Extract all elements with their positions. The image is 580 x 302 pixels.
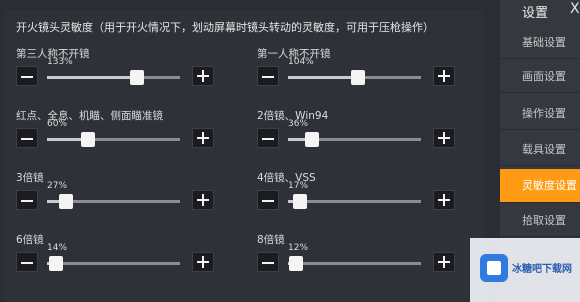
- increase-button[interactable]: [192, 190, 214, 210]
- slider-thumb[interactable]: [81, 132, 95, 147]
- sidebar-item-controls[interactable]: 操作设置: [500, 98, 580, 130]
- slider-thumb[interactable]: [293, 194, 307, 209]
- watermark-text: 冰糖吧下载网: [512, 264, 572, 275]
- slider-value: 36%: [288, 119, 309, 129]
- increase-button[interactable]: [192, 66, 214, 86]
- sidebar-item-pickup[interactable]: 拾取设置: [500, 205, 580, 237]
- sidebar-item-graphics[interactable]: 画面设置: [500, 61, 580, 93]
- slider-scope-6x: 6倍镜 14%: [16, 232, 241, 298]
- slider-scope-2x: 2倍镜、Win94 36%: [257, 108, 482, 174]
- slider-thumb[interactable]: [289, 256, 303, 271]
- slider-scope-8x: 8倍镜 12%: [257, 232, 482, 298]
- decrease-button[interactable]: [257, 190, 279, 210]
- slider-thumb[interactable]: [130, 70, 144, 85]
- slider-value: 133%: [47, 57, 73, 67]
- slider-thumb[interactable]: [49, 256, 63, 271]
- increase-button[interactable]: [433, 190, 455, 210]
- slider-value: 14%: [47, 243, 68, 253]
- slider-label: 3倍镜: [16, 172, 44, 184]
- section-header: 开火镜头灵敏度（用于开火情况下，划动屏幕时镜头转动的灵敏度，可用于压枪操作）: [16, 21, 434, 34]
- slider-track[interactable]: [288, 200, 421, 203]
- slider-scope-4x: 4倍镜、VSS 17%: [257, 170, 482, 236]
- slider-value: 60%: [47, 119, 68, 129]
- slider-value: 27%: [47, 181, 68, 191]
- increase-button[interactable]: [192, 252, 214, 272]
- slider-label: 8倍镜: [257, 234, 285, 246]
- decrease-button[interactable]: [16, 190, 38, 210]
- slider-third-person: 第三人称不开镜 133%: [16, 46, 241, 112]
- decrease-button[interactable]: [16, 128, 38, 148]
- slider-value: 104%: [288, 57, 314, 67]
- watermark: 冰糖吧下载网: [470, 238, 580, 302]
- slider-track[interactable]: [47, 138, 180, 141]
- slider-thumb[interactable]: [351, 70, 365, 85]
- slider-first-person: 第一人称不开镜 104%: [257, 46, 482, 112]
- slider-fill: [288, 76, 358, 79]
- watermark-logo-icon: [480, 254, 508, 282]
- slider-track[interactable]: [288, 262, 421, 265]
- increase-button[interactable]: [433, 66, 455, 86]
- slider-track[interactable]: [47, 262, 180, 265]
- sidebar-item-vehicle[interactable]: 载具设置: [500, 134, 580, 166]
- slider-value: 17%: [288, 181, 309, 191]
- sidebar-item-sensitivity[interactable]: 灵敏度设置: [500, 169, 580, 203]
- slider-thumb[interactable]: [59, 194, 73, 209]
- slider-label: 6倍镜: [16, 234, 44, 246]
- slider-label: 红点、全息、机瞄、侧面瞄准镜: [16, 110, 163, 122]
- increase-button[interactable]: [192, 128, 214, 148]
- decrease-button[interactable]: [257, 66, 279, 86]
- sidebar-item-basic[interactable]: 基础设置: [500, 27, 580, 59]
- sidebar-title: 设置: [522, 6, 549, 21]
- decrease-button[interactable]: [16, 66, 38, 86]
- increase-button[interactable]: [433, 128, 455, 148]
- decrease-button[interactable]: [257, 128, 279, 148]
- slider-value: 12%: [288, 243, 309, 253]
- slider-scope-3x: 3倍镜 27%: [16, 170, 241, 236]
- increase-button[interactable]: [433, 252, 455, 272]
- close-icon[interactable]: X: [570, 1, 580, 17]
- slider-fill: [47, 76, 137, 79]
- slider-red-dot: 红点、全息、机瞄、侧面瞄准镜 60%: [16, 108, 241, 174]
- slider-track[interactable]: [47, 76, 180, 79]
- slider-thumb[interactable]: [305, 132, 319, 147]
- decrease-button[interactable]: [257, 252, 279, 272]
- decrease-button[interactable]: [16, 252, 38, 272]
